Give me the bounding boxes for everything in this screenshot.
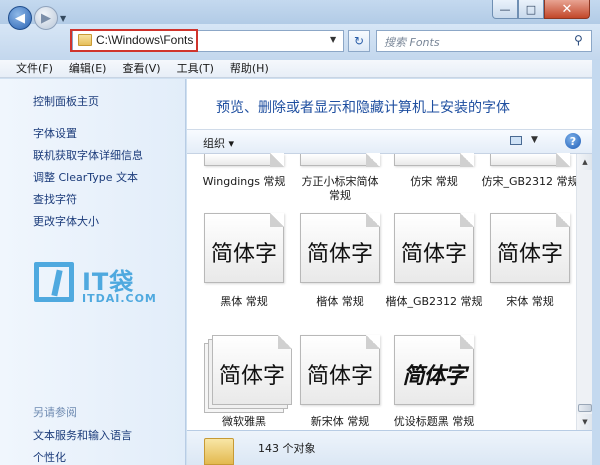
scroll-down-icon[interactable]: ▼ bbox=[577, 414, 593, 430]
font-tile-kaiti[interactable]: 简体字 bbox=[300, 213, 380, 283]
menu-help[interactable]: 帮助(H) bbox=[222, 60, 277, 77]
font-label-msyahei[interactable]: 微软雅黑 bbox=[194, 415, 294, 429]
font-sample: 简体字 bbox=[306, 242, 373, 267]
font-label-heiti[interactable]: 黑体 常规 bbox=[194, 295, 294, 309]
page-title: 预览、删除或者显示和隐藏计算机上安装的字体 bbox=[216, 100, 510, 116]
control-panel-home-link[interactable]: 控制面板主页 bbox=[33, 93, 99, 109]
menu-tools[interactable]: 工具(T) bbox=[169, 60, 222, 77]
menu-file[interactable]: 文件(F) bbox=[0, 60, 61, 77]
font-label-fangsong[interactable]: 仿宋 常规 bbox=[384, 175, 484, 189]
menu-edit[interactable]: 编辑(E) bbox=[61, 60, 115, 77]
font-label-kaiti-gb2312[interactable]: 楷体_GB2312 常规 bbox=[384, 295, 484, 309]
address-dropdown-icon[interactable]: ▼ bbox=[330, 35, 336, 44]
address-highlight-box bbox=[70, 29, 198, 52]
font-label-fzxbs[interactable]: 方正小标宋简体 常规 bbox=[290, 175, 390, 203]
font-sample: 简体字 bbox=[496, 242, 563, 267]
font-label-songti[interactable]: 宋体 常规 bbox=[480, 295, 580, 309]
window-frame-right bbox=[592, 60, 600, 465]
font-tile-kaiti-gb2312[interactable]: 简体字 bbox=[394, 213, 474, 283]
back-arrow-icon: ◀ bbox=[15, 10, 25, 26]
font-tile-nsimsun[interactable]: 简体字 bbox=[300, 335, 380, 405]
font-label-wingdings[interactable]: Wingdings 常规 bbox=[194, 175, 294, 189]
see-also-heading: 另请参阅 bbox=[33, 406, 77, 419]
help-icon: ? bbox=[569, 134, 577, 148]
maximize-button[interactable]: □ bbox=[518, 0, 544, 19]
font-tile-wingdings[interactable] bbox=[204, 153, 284, 167]
font-tile-heiti[interactable]: 简体字 bbox=[204, 213, 284, 283]
change-font-size-link[interactable]: 更改字体大小 bbox=[33, 213, 99, 229]
fonts-folder-icon bbox=[204, 438, 234, 465]
personalize-link[interactable]: 个性化 bbox=[33, 449, 66, 465]
vertical-scrollbar[interactable]: ▲ ▼ bbox=[576, 154, 593, 430]
scroll-thumb[interactable] bbox=[578, 404, 592, 412]
find-character-link[interactable]: 查找字符 bbox=[33, 191, 77, 207]
back-button[interactable]: ◀ bbox=[8, 6, 32, 30]
font-settings-link[interactable]: 字体设置 bbox=[33, 125, 77, 141]
refresh-button[interactable]: ↻ bbox=[348, 30, 370, 52]
font-tile-songti[interactable]: 简体字 bbox=[490, 213, 570, 283]
font-label-nsimsun[interactable]: 新宋体 常规 bbox=[290, 415, 390, 429]
close-button[interactable]: ✕ bbox=[544, 0, 590, 19]
change-view-icon[interactable] bbox=[510, 136, 522, 145]
font-tile-msyahei[interactable]: 简体字 bbox=[212, 335, 292, 405]
font-sample: 简体字 bbox=[218, 364, 285, 389]
font-sample: 简体字 bbox=[400, 242, 467, 267]
minimize-button[interactable]: — bbox=[492, 0, 518, 19]
object-count: 143 个对象 bbox=[258, 442, 316, 455]
watermark-site: ITDAI.COM bbox=[82, 292, 157, 305]
refresh-icon: ↻ bbox=[353, 34, 365, 48]
scroll-up-icon[interactable]: ▲ bbox=[577, 154, 593, 170]
font-tile-fzxbs[interactable] bbox=[300, 153, 380, 167]
menu-bar: 文件(F) 编辑(E) 查看(V) 工具(T) 帮助(H) bbox=[0, 60, 600, 78]
cleartype-link[interactable]: 调整 ClearType 文本 bbox=[33, 169, 138, 185]
font-tile-youshe[interactable]: 简体字 bbox=[394, 335, 474, 405]
font-label-kaiti[interactable]: 楷体 常规 bbox=[290, 295, 390, 309]
details-pane bbox=[187, 430, 600, 465]
font-label-fangsong-gb2312[interactable]: 仿宋_GB2312 常规 bbox=[480, 175, 580, 189]
font-tile-fangsong-gb2312[interactable] bbox=[490, 153, 570, 167]
search-placeholder: 搜索 Fonts bbox=[384, 36, 440, 49]
online-font-info-link[interactable]: 联机获取字体详细信息 bbox=[33, 147, 143, 163]
font-label-youshe[interactable]: 优设标题黑 常规 bbox=[384, 415, 484, 429]
font-tile-fangsong[interactable] bbox=[394, 153, 474, 167]
forward-arrow-icon: ▶ bbox=[41, 10, 51, 26]
text-services-link[interactable]: 文本服务和输入语言 bbox=[33, 427, 132, 443]
recent-pages-dropdown-icon[interactable]: ▼ bbox=[60, 14, 66, 23]
forward-button[interactable]: ▶ bbox=[34, 6, 58, 30]
menu-view[interactable]: 查看(V) bbox=[114, 60, 168, 77]
organize-button[interactable]: 组织 ▾ bbox=[203, 135, 234, 151]
view-dropdown-icon[interactable]: ▼ bbox=[531, 135, 538, 145]
help-button[interactable]: ? bbox=[565, 133, 581, 149]
font-sample: 简体字 bbox=[306, 364, 373, 389]
font-sample: 简体字 bbox=[210, 242, 277, 267]
search-icon[interactable]: ⚲ bbox=[574, 33, 583, 47]
font-sample: 简体字 bbox=[402, 364, 466, 389]
